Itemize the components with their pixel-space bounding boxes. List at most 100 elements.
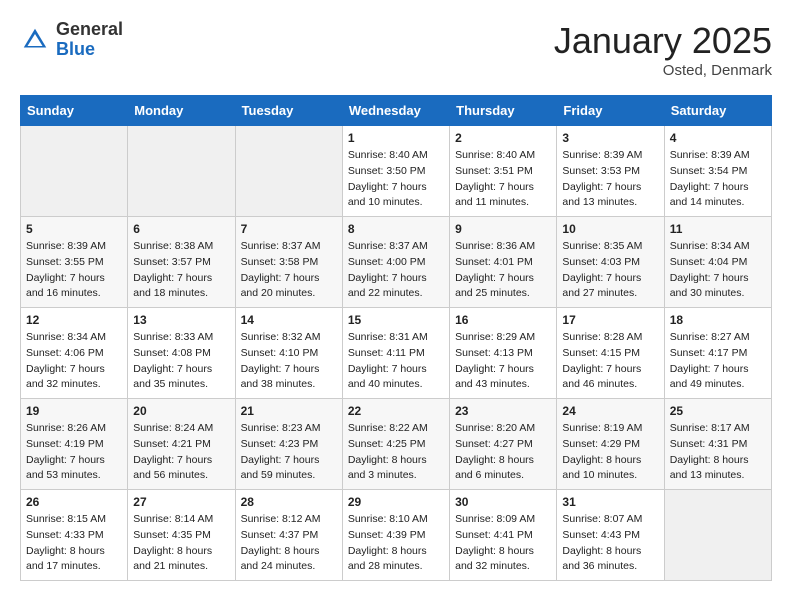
day-number: 11	[670, 222, 766, 236]
day-number: 3	[562, 131, 658, 145]
day-number: 14	[241, 313, 337, 327]
day-number: 20	[133, 404, 229, 418]
day-cell: 15Sunrise: 8:31 AM Sunset: 4:11 PM Dayli…	[342, 308, 449, 399]
day-number: 23	[455, 404, 551, 418]
day-number: 4	[670, 131, 766, 145]
day-info: Sunrise: 8:33 AM Sunset: 4:08 PM Dayligh…	[133, 330, 229, 393]
day-info: Sunrise: 8:23 AM Sunset: 4:23 PM Dayligh…	[241, 421, 337, 484]
day-cell	[21, 126, 128, 217]
day-number: 17	[562, 313, 658, 327]
day-number: 25	[670, 404, 766, 418]
day-number: 7	[241, 222, 337, 236]
day-cell: 16 Sunrise: 8:29 AM Sunset: 4:13 PM Dayli…	[450, 308, 557, 399]
day-cell: 29 Sunrise: 8:10 AM Sunset: 4:39 PM Dayli…	[342, 490, 449, 581]
weekday-header-monday: Monday	[128, 96, 235, 126]
day-info: Sunrise: 8:27 AM Sunset: 4:17 PM Dayligh…	[670, 330, 766, 393]
day-number: 31	[562, 495, 658, 509]
day-number: 26	[26, 495, 122, 509]
week-row-5: 26 Sunrise: 8:15 AM Sunset: 4:33 PM Dayli…	[21, 490, 772, 581]
week-row-1: 1 Sunrise: 8:40 AM Sunset: 3:50 PM Daylig…	[21, 126, 772, 217]
day-number: 9	[455, 222, 551, 236]
day-info: Sunrise: 8:39 AM Sunset: 3:53 PM Dayligh…	[562, 148, 658, 211]
day-info: Sunrise: 8:09 AM Sunset: 4:41 PM Dayligh…	[455, 512, 551, 575]
day-info: Sunrise: 8:29 AM Sunset: 4:13 PM Dayligh…	[455, 330, 551, 393]
day-info: Sunrise: 8:12 AM Sunset: 4:37 PM Dayligh…	[241, 512, 337, 575]
logo: General Blue	[20, 20, 123, 60]
day-cell: 2 Sunrise: 8:40 AM Sunset: 3:51 PM Daylig…	[450, 126, 557, 217]
day-cell: 30Sunrise: 8:09 AM Sunset: 4:41 PM Dayli…	[450, 490, 557, 581]
day-info: Sunrise: 8:37 AM Sunset: 3:58 PM Dayligh…	[241, 239, 337, 302]
day-number: 1	[348, 131, 444, 145]
weekday-header-sunday: Sunday	[21, 96, 128, 126]
day-number: 28	[241, 495, 337, 509]
day-cell: 6 Sunrise: 8:38 AM Sunset: 3:57 PM Daylig…	[128, 217, 235, 308]
weekday-header-wednesday: Wednesday	[342, 96, 449, 126]
day-info: Sunrise: 8:34 AM Sunset: 4:06 PM Dayligh…	[26, 330, 122, 393]
weekday-header-tuesday: Tuesday	[235, 96, 342, 126]
day-info: Sunrise: 8:10 AM Sunset: 4:39 PM Dayligh…	[348, 512, 444, 575]
day-cell: 9 Sunrise: 8:36 AM Sunset: 4:01 PM Daylig…	[450, 217, 557, 308]
weekday-header-saturday: Saturday	[664, 96, 771, 126]
day-cell: 28 Sunrise: 8:12 AM Sunset: 4:37 PM Dayli…	[235, 490, 342, 581]
day-number: 15	[348, 313, 444, 327]
day-info: Sunrise: 8:24 AM Sunset: 4:21 PM Dayligh…	[133, 421, 229, 484]
day-cell: 10Sunrise: 8:35 AM Sunset: 4:03 PM Dayli…	[557, 217, 664, 308]
day-cell: 23 Sunrise: 8:20 AM Sunset: 4:27 PM Dayli…	[450, 399, 557, 490]
day-cell: 14 Sunrise: 8:32 AM Sunset: 4:10 PM Dayli…	[235, 308, 342, 399]
day-info: Sunrise: 8:35 AM Sunset: 4:03 PM Dayligh…	[562, 239, 658, 302]
week-row-2: 5 Sunrise: 8:39 AM Sunset: 3:55 PM Daylig…	[21, 217, 772, 308]
day-number: 29	[348, 495, 444, 509]
day-info: Sunrise: 8:39 AM Sunset: 3:55 PM Dayligh…	[26, 239, 122, 302]
logo-general-text: General	[56, 20, 123, 40]
day-cell: 17 Sunrise: 8:28 AM Sunset: 4:15 PM Dayli…	[557, 308, 664, 399]
day-number: 19	[26, 404, 122, 418]
week-row-3: 12 Sunrise: 8:34 AM Sunset: 4:06 PM Dayli…	[21, 308, 772, 399]
day-number: 16	[455, 313, 551, 327]
day-info: Sunrise: 8:32 AM Sunset: 4:10 PM Dayligh…	[241, 330, 337, 393]
day-info: Sunrise: 8:20 AM Sunset: 4:27 PM Dayligh…	[455, 421, 551, 484]
day-cell: 18 Sunrise: 8:27 AM Sunset: 4:17 PM Dayli…	[664, 308, 771, 399]
day-info: Sunrise: 8:38 AM Sunset: 3:57 PM Dayligh…	[133, 239, 229, 302]
day-cell: 8Sunrise: 8:37 AM Sunset: 4:00 PM Daylig…	[342, 217, 449, 308]
logo-blue-text: Blue	[56, 40, 123, 60]
day-info: Sunrise: 8:34 AM Sunset: 4:04 PM Dayligh…	[670, 239, 766, 302]
day-number: 2	[455, 131, 551, 145]
week-row-4: 19 Sunrise: 8:26 AM Sunset: 4:19 PM Dayli…	[21, 399, 772, 490]
day-number: 18	[670, 313, 766, 327]
day-cell: 1 Sunrise: 8:40 AM Sunset: 3:50 PM Daylig…	[342, 126, 449, 217]
day-number: 22	[348, 404, 444, 418]
day-info: Sunrise: 8:28 AM Sunset: 4:15 PM Dayligh…	[562, 330, 658, 393]
day-cell: 31Sunrise: 8:07 AM Sunset: 4:43 PM Dayli…	[557, 490, 664, 581]
day-number: 6	[133, 222, 229, 236]
page-header: General Blue January 2025 Osted, Denmark	[20, 20, 772, 79]
day-cell	[128, 126, 235, 217]
day-info: Sunrise: 8:15 AM Sunset: 4:33 PM Dayligh…	[26, 512, 122, 575]
day-cell: 19 Sunrise: 8:26 AM Sunset: 4:19 PM Dayli…	[21, 399, 128, 490]
day-number: 5	[26, 222, 122, 236]
day-info: Sunrise: 8:19 AM Sunset: 4:29 PM Dayligh…	[562, 421, 658, 484]
day-cell: 11 Sunrise: 8:34 AM Sunset: 4:04 PM Dayli…	[664, 217, 771, 308]
day-cell: 7 Sunrise: 8:37 AM Sunset: 3:58 PM Daylig…	[235, 217, 342, 308]
day-number: 21	[241, 404, 337, 418]
day-info: Sunrise: 8:39 AM Sunset: 3:54 PM Dayligh…	[670, 148, 766, 211]
day-cell	[235, 126, 342, 217]
day-cell: 21 Sunrise: 8:23 AM Sunset: 4:23 PM Dayli…	[235, 399, 342, 490]
day-info: Sunrise: 8:22 AM Sunset: 4:25 PM Dayligh…	[348, 421, 444, 484]
day-info: Sunrise: 8:26 AM Sunset: 4:19 PM Dayligh…	[26, 421, 122, 484]
weekday-header-thursday: Thursday	[450, 96, 557, 126]
day-cell: 12 Sunrise: 8:34 AM Sunset: 4:06 PM Dayli…	[21, 308, 128, 399]
location: Osted, Denmark	[554, 62, 772, 79]
day-cell: 20 Sunrise: 8:24 AM Sunset: 4:21 PM Dayli…	[128, 399, 235, 490]
day-number: 12	[26, 313, 122, 327]
title-block: January 2025 Osted, Denmark	[554, 20, 772, 79]
weekday-header-row: SundayMondayTuesdayWednesdayThursdayFrid…	[21, 96, 772, 126]
day-info: Sunrise: 8:17 AM Sunset: 4:31 PM Dayligh…	[670, 421, 766, 484]
day-info: Sunrise: 8:40 AM Sunset: 3:50 PM Dayligh…	[348, 148, 444, 211]
day-info: Sunrise: 8:36 AM Sunset: 4:01 PM Dayligh…	[455, 239, 551, 302]
month-title: January 2025	[554, 20, 772, 62]
day-number: 24	[562, 404, 658, 418]
day-number: 13	[133, 313, 229, 327]
day-info: Sunrise: 8:37 AM Sunset: 4:00 PM Dayligh…	[348, 239, 444, 302]
logo-icon	[20, 25, 50, 55]
day-info: Sunrise: 8:40 AM Sunset: 3:51 PM Dayligh…	[455, 148, 551, 211]
